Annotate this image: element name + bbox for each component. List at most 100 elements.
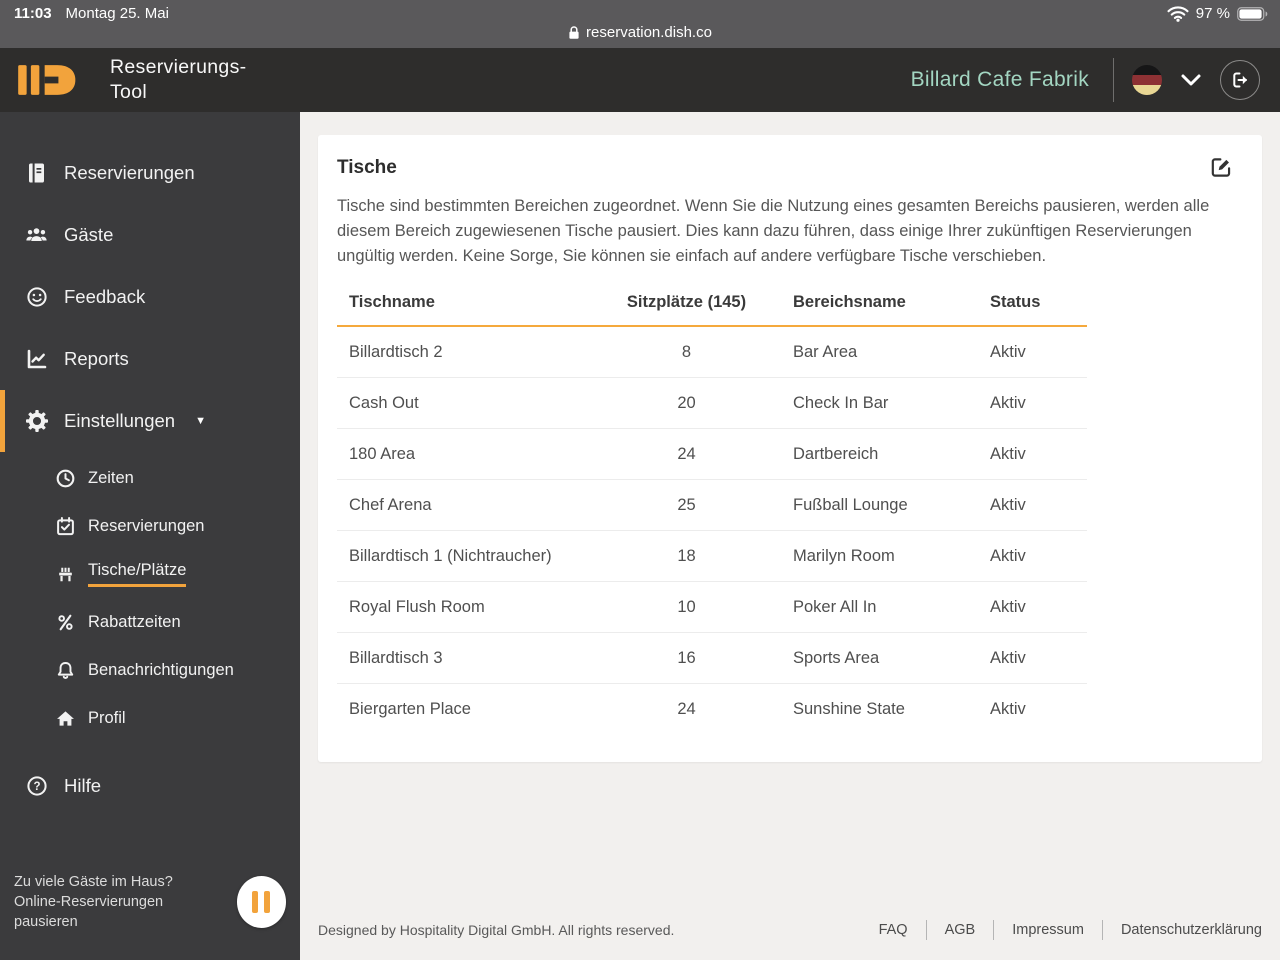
sidebar-item-hilfe[interactable]: ? Hilfe [0, 758, 300, 814]
tables-card: Tische Tische sind bestimmten Bereichen … [318, 135, 1262, 762]
settings-subnav: Zeiten Reservierungen Tische/Plätze Raba… [0, 452, 300, 752]
footer-link-agb[interactable]: AGB [925, 920, 994, 940]
status-date: Montag 25. Mai [65, 5, 169, 22]
sidebar-subitem-zeiten[interactable]: Zeiten [0, 454, 300, 502]
url-text: reservation.dish.co [586, 24, 712, 41]
percent-icon [56, 613, 75, 632]
screen: 11:03 Montag 25. Mai reservation.dish.co… [0, 0, 1280, 960]
app-header: Reservierungs- Tool Billard Cafe Fabrik [0, 48, 1280, 112]
sidebar-subitem-label: Zeiten [88, 468, 134, 487]
sidebar-subitem-label: Benachrichtigungen [88, 660, 234, 679]
table-row: Billardtisch 1 (Nichtraucher) 18 Marilyn… [337, 531, 1087, 582]
sidebar-subitem-profil[interactable]: Profil [0, 694, 300, 742]
cell-table-name: Billardtisch 2 [349, 342, 443, 361]
cell-area: Fußball Lounge [793, 495, 908, 514]
cell-table-name: Chef Arena [349, 495, 432, 514]
cell-seats: 20 [677, 393, 696, 412]
browser-url-bar[interactable]: reservation.dish.co [0, 24, 1280, 41]
page-footer: Designed by Hospitality Digital GmbH. Al… [318, 920, 1262, 960]
status-bar: 11:03 Montag 25. Mai reservation.dish.co… [0, 0, 1280, 48]
sidebar-item-einstellungen[interactable]: Einstellungen ▼ [0, 390, 300, 452]
language-flag-german[interactable] [1132, 65, 1162, 95]
table-icon [56, 565, 75, 584]
lock-icon [568, 25, 580, 40]
tables-description: Tische sind bestimmten Bereichen zugeord… [337, 197, 1210, 265]
help-icon: ? [25, 775, 48, 797]
status-badge: Aktiv [990, 699, 1026, 718]
wifi-icon [1167, 6, 1189, 22]
column-header-bereichsname: Bereichsname [793, 293, 906, 311]
status-badge: Aktiv [990, 546, 1026, 565]
table-row: Royal Flush Room 10 Poker All In Aktiv [337, 582, 1087, 633]
calendar-check-icon [56, 516, 75, 536]
sidebar-subitem-label: Rabattzeiten [88, 612, 181, 631]
logout-button[interactable] [1220, 60, 1260, 100]
table-row: Biergarten Place 24 Sunshine State Aktiv [337, 684, 1087, 734]
column-header-status: Status [990, 293, 1041, 311]
sidebar-subitem-rabattzeiten[interactable]: Rabattzeiten [0, 598, 300, 646]
edit-pencil-icon [1209, 155, 1233, 179]
restaurant-name: Billard Cafe Fabrik [910, 68, 1089, 91]
cell-seats: 8 [681, 342, 692, 361]
status-badge: Aktiv [990, 648, 1026, 667]
gear-icon [25, 410, 48, 432]
pause-reservations-text: Zu viele Gäste im Haus? Online-Reservier… [14, 874, 173, 930]
footer-link-impressum[interactable]: Impressum [993, 920, 1102, 940]
clock-time: 11:03 [14, 5, 52, 22]
page-title: Tische [337, 157, 397, 178]
sidebar-item-reports[interactable]: Reports [0, 328, 300, 390]
sidebar-item-label: Feedback [64, 286, 146, 307]
cell-table-name: 180 Area [349, 444, 416, 463]
footer-link-faq[interactable]: FAQ [861, 920, 926, 940]
dish-logo [18, 60, 90, 100]
table-row: Cash Out 20 Check In Bar Aktiv [337, 378, 1087, 429]
sidebar-item-label: Reports [64, 348, 129, 369]
sidebar-item-label: Reservierungen [64, 162, 195, 183]
cell-table-name: Royal Flush Room [349, 597, 485, 616]
cell-area: Poker All In [793, 597, 877, 616]
sidebar-item-feedback[interactable]: Feedback [0, 266, 300, 328]
cell-table-name: Biergarten Place [349, 699, 471, 718]
clock-icon [56, 469, 75, 488]
sidebar-subitem-tische-plaetze[interactable]: Tische/Plätze [0, 550, 300, 598]
sidebar-item-gaeste[interactable]: Gäste [0, 204, 300, 266]
caret-down-icon: ▼ [195, 415, 206, 427]
edit-tables-button[interactable] [1209, 155, 1233, 179]
chart-icon [25, 348, 48, 370]
table-body: Billardtisch 2 8 Bar Area Aktiv Cash Out… [337, 327, 1087, 734]
logout-icon [1229, 69, 1251, 91]
sidebar-item-reservierungen[interactable]: Reservierungen [0, 142, 300, 204]
main-content: Tische Tische sind bestimmten Bereichen … [300, 112, 1280, 960]
table-row: Chef Arena 25 Fußball Lounge Aktiv [337, 480, 1087, 531]
cell-seats: 25 [677, 495, 696, 514]
sidebar-subitem-label: Reservierungen [88, 516, 205, 535]
status-badge: Aktiv [990, 393, 1026, 412]
svg-text:?: ? [33, 781, 40, 793]
sidebar-subitem-label-active: Tische/Plätze [88, 561, 187, 587]
cell-table-name: Billardtisch 1 (Nichtraucher) [349, 546, 552, 565]
status-badge: Aktiv [990, 342, 1026, 361]
pause-reservations-button[interactable] [236, 876, 286, 928]
header-divider [1113, 58, 1114, 102]
status-badge: Aktiv [990, 495, 1026, 514]
cell-area: Marilyn Room [793, 546, 895, 565]
sidebar-subitem-benachrichtigungen[interactable]: Benachrichtigungen [0, 646, 300, 694]
sidebar-subitem-label: Profil [88, 708, 126, 727]
cell-table-name: Billardtisch 3 [349, 648, 443, 667]
table-header-row: Tischname Sitzplätze (145) Bereichsname … [337, 293, 1087, 327]
footer-links: FAQ AGB Impressum Datenschutzerklärung [861, 920, 1262, 940]
cell-seats: 24 [677, 699, 696, 718]
table-row: 180 Area 24 Dartbereich Aktiv [337, 429, 1087, 480]
pause-reservations-box: Zu viele Gäste im Haus? Online-Reservier… [0, 856, 300, 960]
sidebar: Reservierungen Gäste Feedback Reports Ei… [0, 112, 300, 960]
sidebar-item-label: Hilfe [64, 775, 102, 796]
cell-seats: 24 [677, 444, 696, 463]
app-title: Reservierungs- Tool [110, 56, 247, 103]
chevron-down-icon[interactable] [1180, 73, 1202, 87]
bell-icon [56, 661, 75, 680]
column-header-sitzplaetze: Sitzplätze (145) [626, 293, 747, 311]
battery-percent: 97 % [1195, 5, 1230, 22]
footer-link-datenschutz[interactable]: Datenschutzerklärung [1101, 920, 1262, 940]
cell-area: Check In Bar [793, 393, 889, 412]
sidebar-subitem-reservierungen[interactable]: Reservierungen [0, 502, 300, 550]
